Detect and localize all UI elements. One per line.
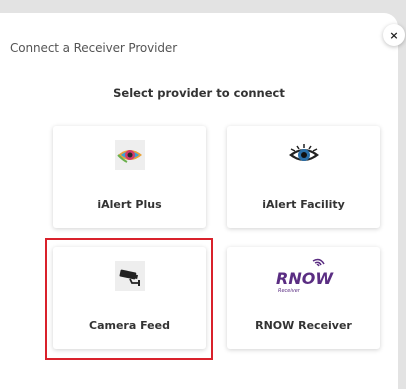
- close-icon: ×: [389, 28, 399, 42]
- close-button[interactable]: ×: [383, 24, 405, 46]
- provider-card-camera-feed[interactable]: Camera Feed: [53, 247, 206, 349]
- provider-label: iAlert Plus: [97, 198, 162, 211]
- provider-card-ialert-plus[interactable]: iAlert Plus: [53, 126, 206, 228]
- svg-text:Receiver: Receiver: [278, 288, 301, 294]
- colorful-eye-icon: [53, 140, 206, 170]
- security-camera-icon: [53, 261, 206, 291]
- dialog-title: Connect a Receiver Provider: [10, 41, 178, 55]
- provider-label: iAlert Facility: [262, 198, 345, 211]
- dialog-subtitle: Select provider to connect: [113, 86, 285, 100]
- svg-text:RNOW: RNOW: [276, 269, 334, 288]
- provider-card-rnow-receiver[interactable]: RNOW Receiver RNOW Receiver: [227, 247, 380, 349]
- provider-label: RNOW Receiver: [255, 319, 352, 332]
- provider-card-ialert-facility[interactable]: iAlert Facility: [227, 126, 380, 228]
- rnow-logo: RNOW Receiver: [227, 257, 380, 294]
- provider-label: Camera Feed: [89, 319, 170, 332]
- eye-icon: [227, 140, 380, 170]
